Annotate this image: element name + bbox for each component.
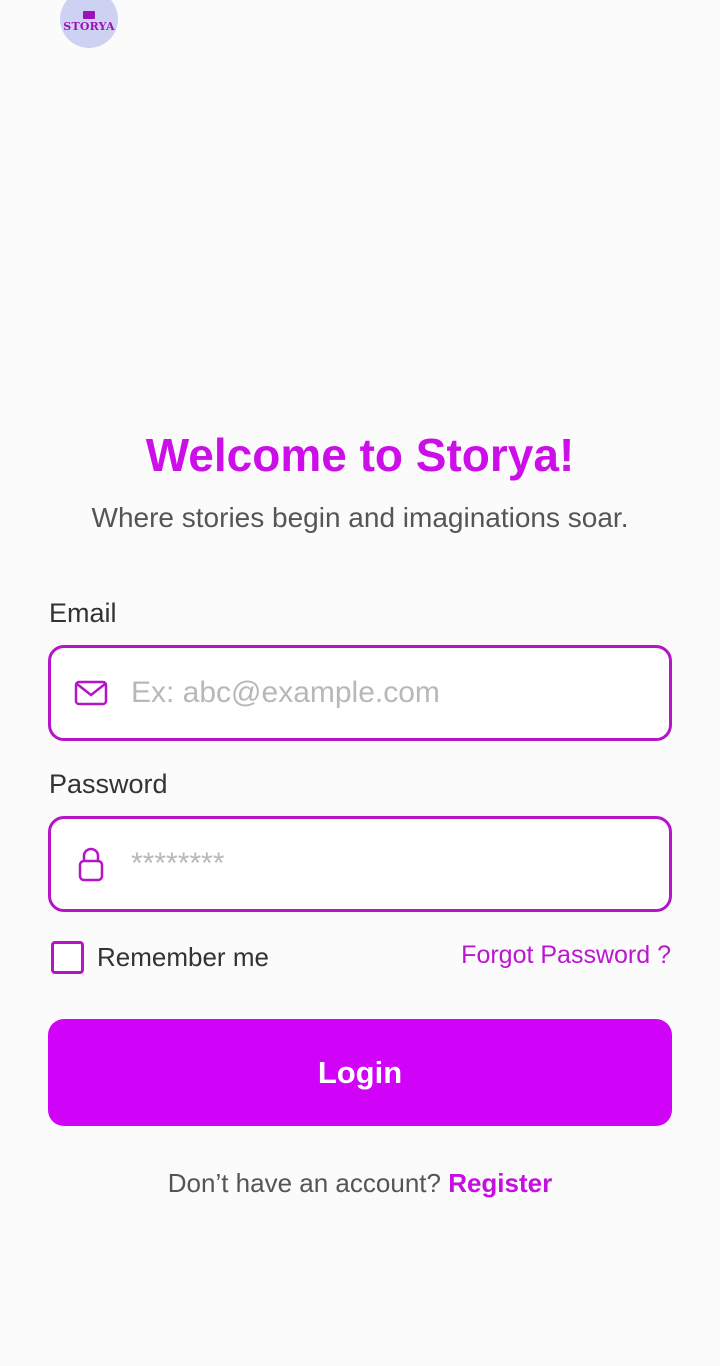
welcome-title: Welcome to Storya!	[145, 429, 575, 481]
remember-me[interactable]: Remember me	[51, 941, 269, 974]
remember-me-checkbox[interactable]	[51, 941, 84, 974]
password-input[interactable]	[131, 834, 631, 894]
email-field[interactable]	[48, 645, 672, 741]
remember-me-label: Remember me	[97, 942, 269, 972]
logo-text: STORYA	[63, 20, 115, 33]
welcome-subtitle: Where stories begin and imaginations soa…	[91, 502, 629, 533]
register-row: Don’t have an account? Register	[0, 1168, 720, 1199]
register-link[interactable]: Register	[448, 1168, 552, 1198]
email-label: Email	[49, 598, 117, 628]
password-label: Password	[49, 769, 168, 799]
forgot-password-link[interactable]: Forgot Password ?	[461, 941, 671, 970]
mail-icon	[73, 675, 109, 711]
email-input[interactable]	[131, 663, 631, 723]
lock-icon	[73, 846, 109, 882]
book-icon	[83, 11, 95, 19]
login-button[interactable]: Login	[48, 1019, 672, 1126]
register-prompt: Don’t have an account?	[167, 1168, 449, 1198]
login-screen: STORYA Welcome to Storya! Where stories …	[0, 0, 720, 1366]
app-logo: STORYA	[60, 0, 118, 48]
password-field[interactable]	[48, 816, 672, 912]
